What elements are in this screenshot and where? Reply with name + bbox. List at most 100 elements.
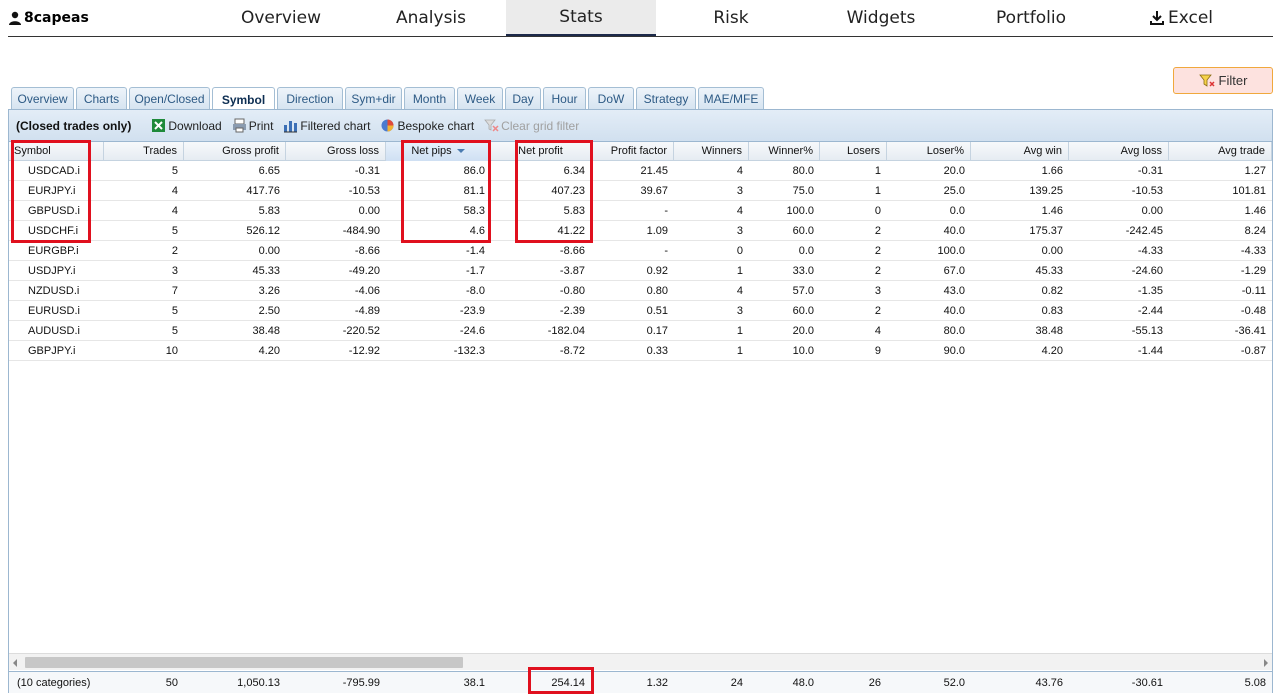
subtab-mae-mfe[interactable]: MAE/MFE — [698, 87, 764, 110]
column-header-symbol[interactable]: Symbol — [9, 142, 104, 161]
table-row[interactable]: AUDUSD.i 5 38.48 -220.52 -24.6 -182.04 0.17 1 20… — [9, 321, 1272, 341]
top-nav: 8capeas Overview Analysis Stats Risk Wid… — [8, 0, 1273, 37]
column-header-label: Gross loss — [327, 145, 379, 157]
table-row[interactable]: USDCAD.i 5 6.65 -0.31 86.0 6.34 21.45 4 80.0 1 20.… — [9, 161, 1272, 181]
subtab-day[interactable]: Day — [505, 87, 541, 110]
nav-tab-risk[interactable]: Risk — [656, 0, 806, 36]
column-header-label: Trades — [143, 145, 177, 157]
summary-avg-trade: 5.08 — [1244, 677, 1266, 689]
subtab-month[interactable]: Month — [404, 87, 455, 110]
cell-losers: 0 — [874, 205, 881, 217]
column-header-net-profit[interactable]: Net profit — [491, 142, 591, 161]
cell-net-pips: 58.3 — [463, 205, 485, 217]
download-button[interactable]: Download — [151, 118, 222, 133]
nav-tab-portfolio[interactable]: Portfolio — [956, 0, 1106, 36]
cell-avg-loss: 0.00 — [1141, 205, 1163, 217]
subtab-symbol[interactable]: Symbol — [212, 87, 275, 111]
horizontal-scrollbar[interactable] — [9, 653, 1272, 670]
cell-gross-profit: 3.26 — [258, 285, 280, 297]
subtab-hour[interactable]: Hour — [543, 87, 586, 110]
cell-trades: 2 — [171, 245, 178, 257]
table-row[interactable]: EURGBP.i 2 0.00 -8.66 -1.4 -8.66 - 0 0.0 2 100.0 0.… — [9, 241, 1272, 261]
user-name: 8capeas — [24, 10, 89, 26]
column-header-winner[interactable]: Winner% — [749, 142, 820, 161]
cell-winners: 4 — [736, 205, 743, 217]
bespoke-chart-button[interactable]: Bespoke chart — [380, 118, 474, 133]
cell-net-pips: -1.4 — [466, 245, 485, 257]
column-header-gross-profit[interactable]: Gross profit — [184, 142, 286, 161]
cell-gross-loss: 0.00 — [358, 205, 380, 217]
print-button[interactable]: Print — [232, 118, 273, 133]
cell-symbol: USDJPY.i — [28, 265, 76, 277]
cell-symbol: USDCAD.i — [28, 165, 80, 177]
cell-winners: 4 — [736, 285, 743, 297]
table-row[interactable]: USDJPY.i 3 45.33 -49.20 -1.7 -3.87 0.92 1 33.0 2 6… — [9, 261, 1272, 281]
table-row[interactable]: NZDUSD.i 7 3.26 -4.06 -8.0 -0.80 0.80 4 57.0 3 43.… — [9, 281, 1272, 301]
table-row[interactable]: GBPJPY.i 10 4.20 -12.92 -132.3 -8.72 0.33 1 10.0… — [9, 341, 1272, 361]
subtab-strategy[interactable]: Strategy — [636, 87, 696, 110]
column-header-net-pips[interactable]: Net pips — [386, 142, 491, 161]
subtab-overview[interactable]: Overview — [11, 87, 74, 110]
column-header-profit-factor[interactable]: Profit factor — [591, 142, 674, 161]
nav-tab-excel[interactable]: Excel — [1106, 0, 1256, 36]
cell-gross-loss: -12.92 — [348, 345, 380, 357]
filtered-chart-label: Filtered chart — [300, 118, 371, 133]
column-header-winners[interactable]: Winners — [674, 142, 749, 161]
cell-gross-profit: 2.50 — [258, 305, 280, 317]
subtab-week[interactable]: Week — [457, 87, 503, 110]
subtab-dow[interactable]: DoW — [588, 87, 634, 110]
filtered-chart-button[interactable]: Filtered chart — [283, 118, 370, 133]
column-header-avg-trade[interactable]: Avg trade — [1169, 142, 1272, 161]
nav-tab-widgets[interactable]: Widgets — [806, 0, 956, 36]
scroll-right-icon[interactable] — [1264, 659, 1268, 667]
cell-profit-factor: 0.92 — [646, 265, 668, 277]
column-header-trades[interactable]: Trades — [104, 142, 184, 161]
cell-avg-loss: -10.53 — [1131, 185, 1163, 197]
cell-avg-win: 175.37 — [1029, 225, 1063, 237]
closed-trades-label: (Closed trades only) — [16, 118, 132, 133]
bar-chart-icon — [284, 121, 298, 133]
cell-winner: 57.0 — [792, 285, 814, 297]
column-header-loser[interactable]: Loser% — [887, 142, 971, 161]
nav-tab-stats[interactable]: Stats — [506, 0, 656, 36]
table-row[interactable]: EURJPY.i 4 417.76 -10.53 81.1 407.23 39.67 3 75.… — [9, 181, 1272, 201]
subtab-open-closed[interactable]: Open/Closed — [129, 87, 210, 110]
cell-avg-win: 0.82 — [1041, 285, 1063, 297]
cell-gross-profit: 38.48 — [252, 325, 280, 337]
filter-button[interactable]: Filter — [1173, 67, 1273, 94]
cell-winner: 80.0 — [792, 165, 814, 177]
user-menu[interactable]: 8capeas — [8, 8, 89, 28]
subtab-charts[interactable]: Charts — [76, 87, 127, 110]
cell-avg-loss: -2.44 — [1137, 305, 1163, 317]
cell-gross-loss: -0.31 — [354, 165, 380, 177]
column-header-avg-loss[interactable]: Avg loss — [1069, 142, 1169, 161]
cell-losers: 2 — [874, 265, 881, 277]
cell-profit-factor: 1.09 — [646, 225, 668, 237]
clear-grid-filter-button[interactable]: Clear grid filter — [484, 118, 579, 133]
cell-trades: 5 — [171, 305, 178, 317]
scrollbar-thumb[interactable] — [25, 657, 463, 668]
cell-gross-loss: -8.66 — [354, 245, 380, 257]
cell-winner: 10.0 — [792, 345, 814, 357]
nav-tab-overview[interactable]: Overview — [206, 0, 356, 36]
cell-gross-loss: -10.53 — [348, 185, 380, 197]
scroll-left-icon[interactable] — [13, 659, 17, 667]
cell-gross-loss: -4.89 — [354, 305, 380, 317]
cell-avg-win: 139.25 — [1029, 185, 1063, 197]
cell-net-profit: -3.87 — [559, 265, 585, 277]
subtab-sym-dir[interactable]: Sym+dir — [345, 87, 402, 110]
column-header-avg-win[interactable]: Avg win — [971, 142, 1069, 161]
column-header-gross-loss[interactable]: Gross loss — [286, 142, 386, 161]
summary-winners: 24 — [730, 677, 743, 689]
subtab-direction[interactable]: Direction — [277, 87, 343, 110]
table-row[interactable]: GBPUSD.i 4 5.83 0.00 58.3 5.83 - 4 100.0 0 0.0 1.46… — [9, 201, 1272, 221]
nav-tab-analysis[interactable]: Analysis — [356, 0, 506, 36]
cell-avg-win: 0.83 — [1041, 305, 1063, 317]
cell-avg-trade: 1.46 — [1244, 205, 1266, 217]
table-row[interactable]: EURUSD.i 5 2.50 -4.89 -23.9 -2.39 0.51 3 60.0 2 40… — [9, 301, 1272, 321]
table-row[interactable]: USDCHF.i 5 526.12 -484.90 4.6 41.22 1.09 3 60.0 2… — [9, 221, 1272, 241]
cell-winner: 33.0 — [792, 265, 814, 277]
column-header-losers[interactable]: Losers — [820, 142, 887, 161]
download-icon — [1149, 11, 1164, 25]
summary-symbol: (10 categories) — [17, 677, 91, 689]
